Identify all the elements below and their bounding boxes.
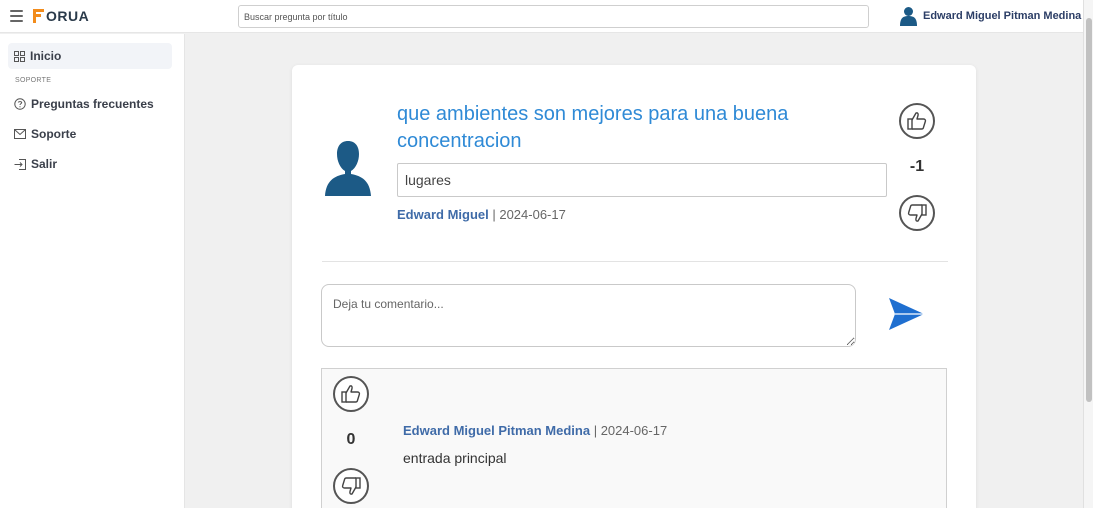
logo[interactable]: ORUA (33, 8, 89, 24)
comment-date: 2024-06-17 (600, 423, 668, 438)
thumbs-up-icon (907, 112, 927, 130)
thumbs-up-icon (341, 385, 361, 403)
comment-author[interactable]: Edward Miguel Pitman Medina (403, 423, 590, 438)
question-downvote-button[interactable] (899, 195, 935, 231)
comment-item: 0 Edward Miguel Pitman Medina | 2024-06-… (321, 368, 947, 508)
question-upvote-button[interactable] (899, 103, 935, 139)
sidebar-item-label: Soporte (31, 127, 77, 141)
sidebar-item-label: Preguntas frecuentes (31, 97, 154, 111)
menu-icon[interactable] (10, 10, 23, 22)
question-author[interactable]: Edward Miguel (397, 207, 489, 222)
envelope-icon (14, 129, 26, 139)
sidebar-item-soporte[interactable]: Soporte (8, 121, 76, 147)
comment-meta: Edward Miguel Pitman Medina | 2024-06-17 (403, 423, 667, 438)
divider (322, 261, 948, 262)
comment-upvote-button[interactable] (333, 376, 369, 412)
question-circle-icon (14, 98, 26, 110)
send-icon (889, 298, 924, 330)
sidebar-item-label: Inicio (30, 49, 62, 63)
user-menu[interactable]: Edward Miguel Pitman Medina (900, 6, 1081, 26)
question-meta: Edward Miguel | 2024-06-17 (397, 207, 566, 222)
logout-icon (14, 158, 26, 170)
sidebar-item-label: Salir (31, 157, 58, 171)
question-score: -1 (909, 158, 925, 175)
sidebar: Inicio SOPORTE Preguntas frecuentes Sopo… (0, 34, 185, 508)
grid-icon (14, 50, 25, 62)
search-input[interactable] (238, 5, 869, 28)
user-name: Edward Miguel Pitman Medina (923, 10, 1082, 22)
send-comment-button[interactable] (886, 294, 926, 339)
comment-score: 0 (346, 431, 356, 448)
comment-input[interactable] (321, 284, 856, 347)
comment-body: entrada principal (403, 450, 507, 466)
sidebar-section-label: SOPORTE (15, 77, 52, 84)
question-card: que ambientes son mejores para una buena… (292, 65, 976, 508)
user-avatar-icon (900, 7, 917, 26)
scrollbar-thumb[interactable] (1086, 18, 1092, 402)
logo-text: ORUA (46, 8, 90, 24)
meta-separator: | (590, 423, 601, 438)
question-date: 2024-06-17 (499, 207, 566, 222)
page-scrollbar[interactable] (1083, 0, 1093, 508)
sidebar-item-inicio[interactable]: Inicio (8, 43, 172, 69)
thumbs-down-icon (907, 204, 927, 222)
logo-f-icon (33, 9, 44, 23)
top-bar: ORUA Edward Miguel Pitman Medina (0, 0, 1083, 33)
sidebar-item-preguntas-frecuentes[interactable]: Preguntas frecuentes (8, 91, 154, 117)
comment-downvote-button[interactable] (333, 468, 369, 504)
question-tag: lugares (397, 163, 887, 197)
thumbs-down-icon (341, 477, 361, 495)
meta-separator: | (488, 207, 500, 222)
sidebar-item-salir[interactable]: Salir (8, 151, 57, 177)
question-title: que ambientes son mejores para una buena… (397, 103, 789, 152)
author-avatar-icon (325, 141, 371, 196)
